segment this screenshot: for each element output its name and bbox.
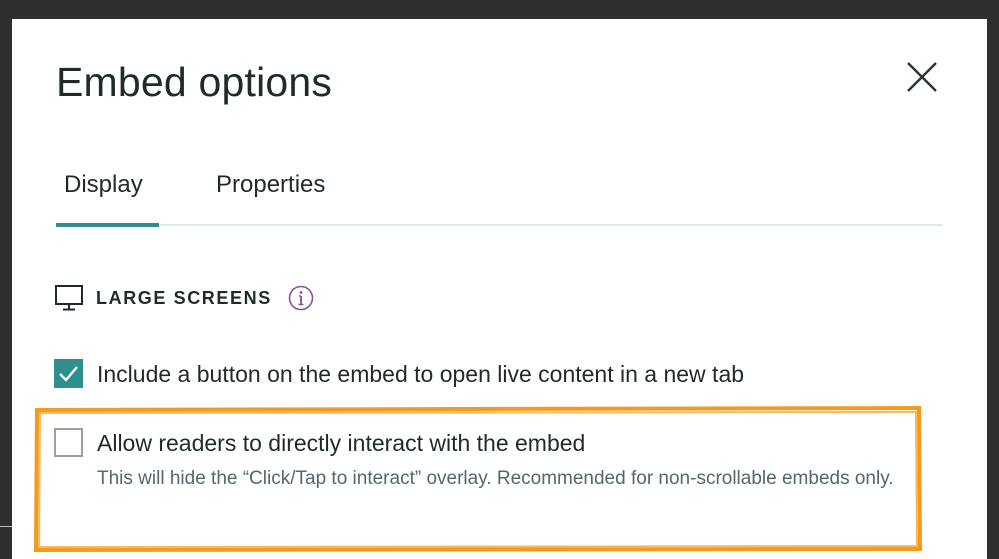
section-title: LARGE SCREENS bbox=[96, 287, 272, 308]
option-open-live-content: Include a button on the embed to open li… bbox=[54, 359, 744, 389]
tab-bar: Display Properties bbox=[56, 159, 943, 227]
option-label: Include a button on the embed to open li… bbox=[97, 361, 745, 387]
option-direct-interact: Allow readers to directly interact with … bbox=[54, 428, 907, 493]
tab-display[interactable]: Display bbox=[64, 171, 143, 199]
close-button[interactable] bbox=[902, 57, 942, 97]
background-edge bbox=[0, 526, 12, 527]
option-label: Allow readers to directly interact with … bbox=[97, 430, 586, 456]
active-tab-indicator bbox=[56, 223, 159, 227]
open-live-content-checkbox[interactable] bbox=[54, 359, 83, 388]
direct-interact-checkbox[interactable] bbox=[54, 428, 83, 457]
checkmark-icon bbox=[59, 366, 78, 382]
info-icon[interactable] bbox=[288, 285, 314, 311]
tab-properties[interactable]: Properties bbox=[216, 171, 325, 199]
monitor-icon bbox=[55, 285, 83, 311]
embed-options-dialog: Embed options Display Properties LARGE S… bbox=[12, 19, 987, 559]
section-header: LARGE SCREENS bbox=[54, 283, 314, 313]
option-helper-text: This will hide the “Click/Tap to interac… bbox=[97, 468, 894, 489]
close-icon bbox=[907, 62, 937, 92]
dialog-title: Embed options bbox=[56, 59, 333, 105]
